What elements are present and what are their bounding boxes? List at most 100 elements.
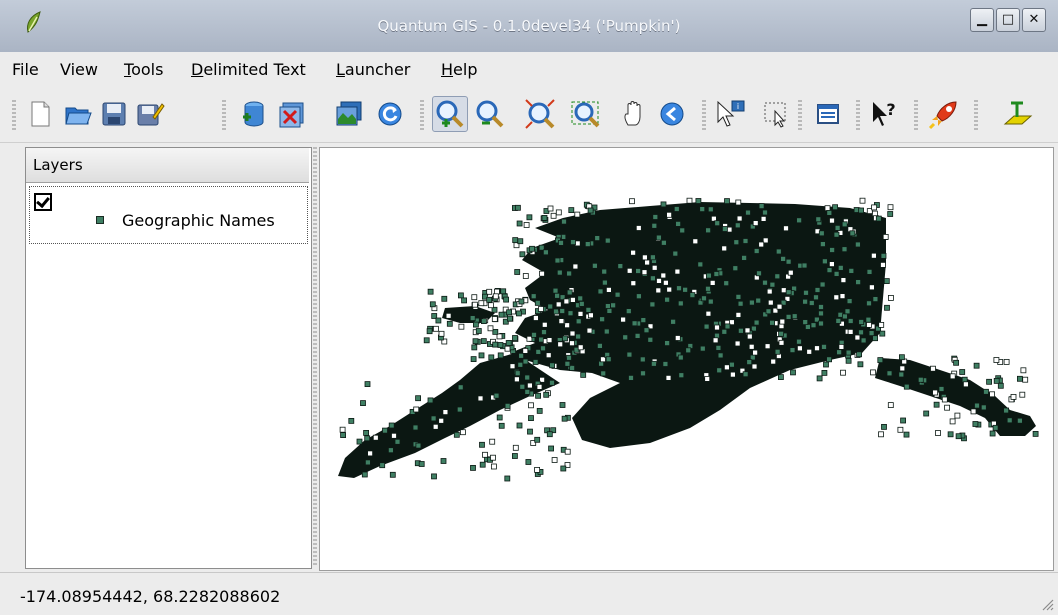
menu-file[interactable]: File [12,60,39,79]
point-symbol [535,392,542,399]
point-symbol [531,331,537,338]
remove-layer-button[interactable] [274,96,310,132]
point-symbol [644,259,651,266]
point-symbol [938,386,945,392]
point-symbol [605,286,612,293]
point-symbol [677,300,684,307]
point-symbol [596,342,603,349]
point-symbol [427,288,434,295]
zoom-previous-button[interactable] [654,96,690,132]
toolbar-grip[interactable] [222,100,226,130]
point-symbol [721,226,728,232]
maximize-button[interactable]: □ [996,8,1020,32]
point-symbol [705,227,712,234]
point-symbol [492,341,499,348]
point-symbol [433,325,439,332]
point-symbol [480,338,487,345]
point-symbol [705,310,712,317]
point-symbol [536,383,543,390]
refresh-button[interactable] [372,96,408,132]
toolbar-grip[interactable] [420,100,424,130]
point-symbol [869,284,875,291]
point-symbol [826,210,833,216]
identify-button[interactable]: i [712,96,748,132]
menu-view[interactable]: View [60,60,98,79]
point-symbol [534,436,541,443]
attribute-table-button[interactable] [810,96,846,132]
layers-panel[interactable]: Layers Geographic Names [25,147,312,569]
open-project-button[interactable] [60,96,96,132]
menu-delimited-text[interactable]: Delimited Text [191,60,306,79]
point-symbol [456,406,463,413]
point-symbol [561,415,568,422]
menu-launcher[interactable]: Launcher [336,60,410,79]
toolbar-grip[interactable] [12,100,16,130]
whats-this-button[interactable]: ? [866,96,902,132]
resize-grip-icon[interactable] [1038,595,1054,611]
point-symbol [562,335,568,342]
launcher-button[interactable] [926,96,962,132]
menu-tools[interactable]: Tools [124,60,163,79]
map-canvas[interactable] [319,147,1054,571]
point-symbol [606,307,613,314]
point-symbol [656,277,662,284]
point-symbol [801,262,808,269]
svg-text:i: i [737,102,739,111]
point-symbol [871,252,877,259]
zoom-out-button[interactable] [472,96,508,132]
menu-help[interactable]: Help [441,60,477,79]
point-symbol [870,369,876,376]
pan-button[interactable] [616,96,652,132]
layer-item-geographic-names[interactable]: Geographic Names [29,186,308,244]
layers-header[interactable]: Layers [26,148,309,183]
panel-splitter[interactable] [313,147,317,567]
point-symbol [469,315,476,322]
point-symbol [418,461,425,467]
point-symbol [845,349,852,356]
point-symbol [599,316,606,323]
save-project-button[interactable] [96,96,132,132]
point-symbol [528,415,534,422]
zoom-in-button[interactable] [432,96,468,132]
select-features-button[interactable] [758,96,794,132]
point-symbol [1003,407,1009,414]
minimize-button[interactable]: ▁ [970,8,994,32]
point-symbol [842,313,848,320]
point-symbol [662,361,669,367]
point-symbol [518,352,525,359]
point-symbol [340,432,347,439]
close-button[interactable]: ✕ [1022,8,1046,32]
toolbar-grip[interactable] [798,100,802,130]
point-symbol [503,296,510,303]
point-symbol [587,207,594,214]
point-symbol [550,212,557,219]
point-symbol [555,209,562,216]
toolbar-grip[interactable] [702,100,706,130]
point-symbol [989,391,995,398]
point-symbol [854,334,861,341]
point-symbol [655,287,662,294]
zoom-to-layer-button[interactable] [568,96,604,132]
save-project-as-button[interactable] [132,96,168,132]
point-symbol [490,454,496,461]
point-symbol [548,445,555,452]
point-symbol [1006,417,1013,424]
point-symbol [868,330,875,337]
point-symbol [879,330,886,337]
toolbar-grip[interactable] [914,100,918,130]
delimited-text-plugin-button[interactable] [1000,96,1036,132]
point-symbol [643,327,650,334]
layer-visibility-checkbox[interactable] [34,193,52,211]
new-project-button[interactable] [22,96,58,132]
point-symbol [704,375,711,382]
toolbar-grip[interactable] [856,100,860,130]
point-symbol [512,335,518,341]
point-symbol [472,338,479,345]
toolbar-grip[interactable] [974,100,978,130]
zoom-full-extent-button[interactable] [522,96,558,132]
add-raster-layer-button[interactable] [330,96,366,132]
add-vector-layer-button[interactable] [236,96,272,132]
point-symbol [651,222,658,229]
point-symbol [989,430,996,437]
point-symbol [457,384,464,391]
